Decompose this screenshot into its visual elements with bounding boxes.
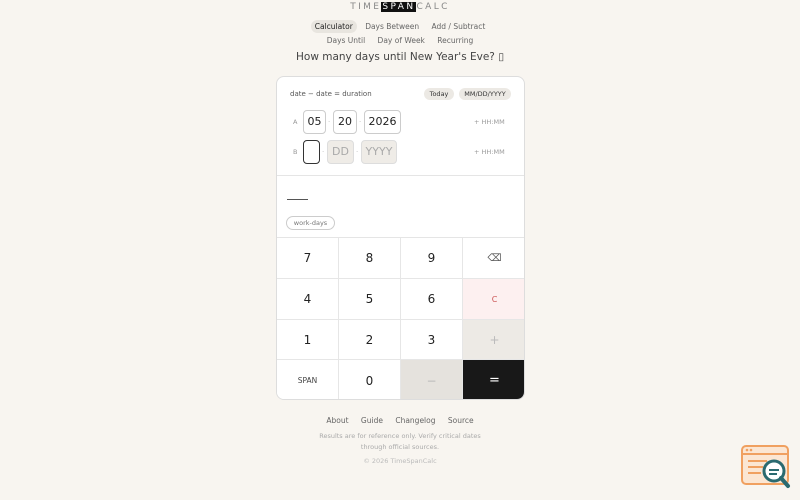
date-a-time-toggle[interactable]: + HH:MM xyxy=(474,118,505,126)
calculator-card: date − date = duration Today MM/DD/YYYY … xyxy=(276,76,525,400)
date-b-month-input[interactable] xyxy=(303,140,320,164)
copyright: © 2026 TimeSpanCalc xyxy=(363,457,437,465)
nav-calculator[interactable]: Calculator xyxy=(310,20,357,33)
formula-label: date − date = duration xyxy=(290,90,372,98)
nav-day-of-week[interactable]: Day of Week xyxy=(374,34,429,47)
key-8[interactable]: 8 xyxy=(339,238,401,279)
minus-key[interactable]: − xyxy=(401,360,463,399)
result-placeholder xyxy=(287,199,308,200)
footer-link-source[interactable]: Source xyxy=(448,416,474,425)
key-3[interactable]: 3 xyxy=(401,320,463,360)
divider xyxy=(277,175,524,176)
key-7[interactable]: 7 xyxy=(277,238,339,279)
footer-links: About Guide Changelog Source xyxy=(0,416,800,425)
row-b-label: B xyxy=(293,148,298,156)
key-5[interactable]: 5 xyxy=(339,279,401,320)
date-format-toggle[interactable]: MM/DD/YYYY xyxy=(459,88,511,100)
nav-days-between[interactable]: Days Between xyxy=(361,20,423,33)
disclaimer: Results are for reference only. Verify c… xyxy=(319,432,481,451)
key-4[interactable]: 4 xyxy=(277,279,339,320)
date-a-separator-1: · xyxy=(328,118,331,126)
key-0[interactable]: 0 xyxy=(339,360,401,399)
work-days-toggle[interactable]: work-days xyxy=(286,216,335,230)
nav-add-subtract[interactable]: Add / Subtract xyxy=(428,20,490,33)
nav-recurring[interactable]: Recurring xyxy=(433,34,477,47)
footer-link-guide[interactable]: Guide xyxy=(361,416,383,425)
example-question[interactable]: How many days until New Year's Eve? ▯ xyxy=(0,51,800,63)
date-a-month-input[interactable]: 05 xyxy=(303,110,326,134)
backspace-icon: ⌫ xyxy=(487,252,502,264)
search-browser-badge-icon[interactable] xyxy=(741,445,791,489)
row-a-label: A xyxy=(293,118,298,126)
clear-key[interactable]: C xyxy=(463,279,524,320)
date-a-day-input[interactable]: 20 xyxy=(333,110,357,134)
date-b-time-toggle[interactable]: + HH:MM xyxy=(474,148,505,156)
span-key[interactable]: SPAN xyxy=(277,360,339,399)
key-2[interactable]: 2 xyxy=(339,320,401,360)
date-b-year-input[interactable]: YYYY xyxy=(361,140,397,164)
footer-link-changelog[interactable]: Changelog xyxy=(395,416,435,425)
footer-link-about[interactable]: About xyxy=(326,416,348,425)
nav-days-until[interactable]: Days Until xyxy=(323,34,369,47)
equals-key[interactable]: = xyxy=(463,360,524,399)
logo-part-time: TIME xyxy=(350,2,382,12)
key-6[interactable]: 6 xyxy=(401,279,463,320)
key-9[interactable]: 9 xyxy=(401,238,463,279)
date-a-separator-2: · xyxy=(359,118,362,126)
app-logo[interactable]: TIMESPANCALC xyxy=(0,2,800,12)
backspace-key[interactable]: ⌫ xyxy=(463,238,524,279)
today-button[interactable]: Today xyxy=(424,88,454,100)
logo-part-span: SPAN xyxy=(381,2,417,12)
date-b-separator-1: · xyxy=(322,148,325,156)
logo-part-calc: CALC xyxy=(416,2,450,12)
date-b-day-input[interactable]: DD xyxy=(327,140,354,164)
key-1[interactable]: 1 xyxy=(277,320,339,360)
keypad: 7 8 9 ⌫ 4 5 6 C 1 2 3 + SPAN 0 − = xyxy=(277,238,524,399)
date-a-year-input[interactable]: 2026 xyxy=(364,110,401,134)
plus-key[interactable]: + xyxy=(463,320,524,360)
nav-row-1: Calculator Days Between Add / Subtract xyxy=(0,20,800,33)
nav-row-2: Days Until Day of Week Recurring xyxy=(0,34,800,47)
date-b-separator-2: · xyxy=(356,148,359,156)
